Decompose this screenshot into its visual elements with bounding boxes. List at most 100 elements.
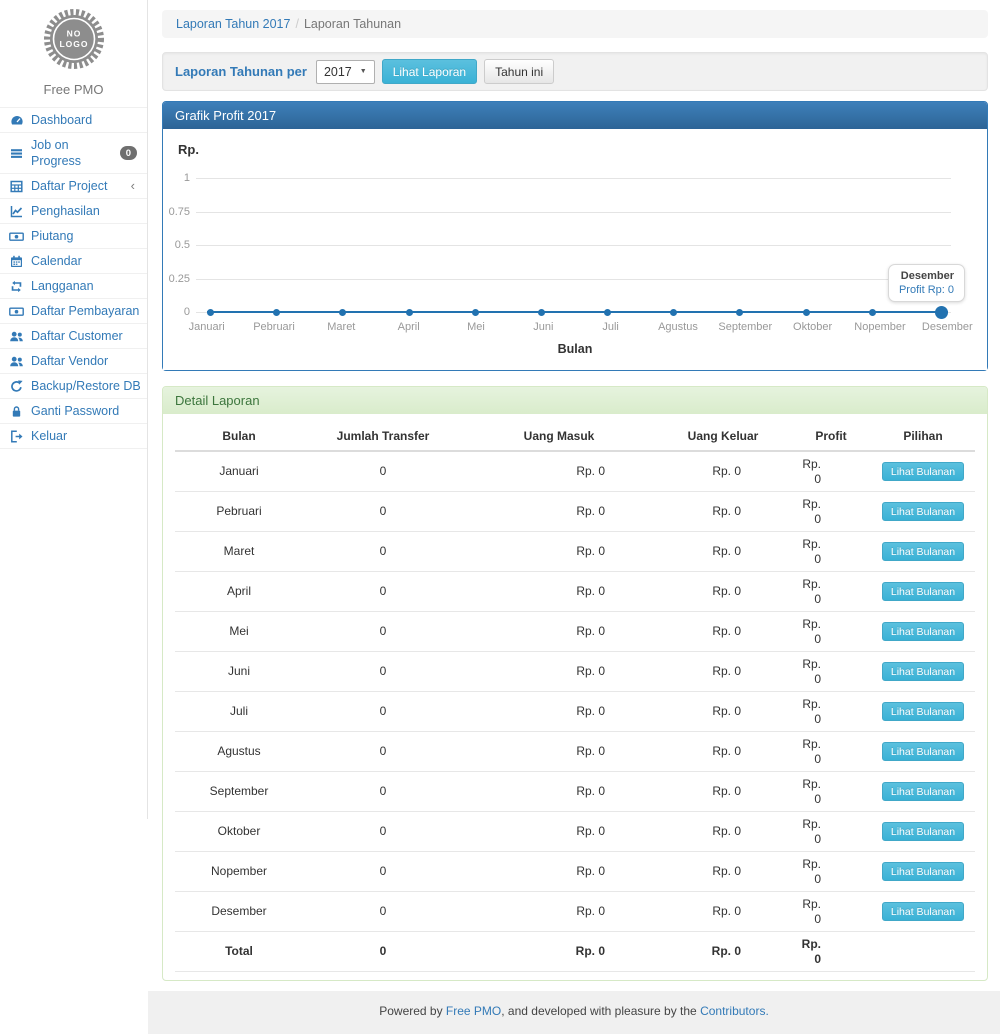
lihat-bulanan-button[interactable]: Lihat Bulanan: [882, 622, 964, 641]
table-total-row: Total 0 Rp. 0 Rp. 0 Rp. 0: [175, 932, 975, 972]
chevron-left-icon: ‹: [131, 180, 135, 192]
cell-uang-keluar: Rp. 0: [655, 892, 791, 932]
cell-profit: Rp. 0: [791, 612, 871, 652]
cell-uang-keluar: Rp. 0: [655, 612, 791, 652]
tooltip-month: Desember: [899, 270, 954, 282]
contributors-link[interactable]: Contributors.: [700, 1004, 769, 1018]
cell-bulan: April: [175, 572, 303, 612]
x-axis-labels: JanuariPebruariMaretAprilMeiJuniJuliAgus…: [173, 321, 981, 333]
table-row: Juni0Rp. 0Rp. 0Rp. 0Lihat Bulanan: [175, 652, 975, 692]
lihat-bulanan-button[interactable]: Lihat Bulanan: [882, 902, 964, 921]
detail-laporan-panel: Detail Laporan Bulan Jumlah Transfer Uan…: [162, 386, 988, 981]
sign-out-icon: [8, 430, 25, 443]
lihat-bulanan-button[interactable]: Lihat Bulanan: [882, 822, 964, 841]
sidebar-item-ganti-password[interactable]: Ganti Password: [0, 399, 147, 424]
cell-bulan: Januari: [175, 451, 303, 492]
report-controls: Laporan Tahunan per 2017 ▼ Lihat Laporan…: [162, 52, 988, 91]
cell-bulan: Mei: [175, 612, 303, 652]
col-header-uang-keluar: Uang Keluar: [655, 422, 791, 451]
year-select[interactable]: 2017 ▼: [316, 60, 375, 84]
tahun-ini-button[interactable]: Tahun ini: [484, 59, 554, 84]
x-tick-label: Mei: [442, 321, 509, 333]
sidebar-item-keluar[interactable]: Keluar: [0, 424, 147, 449]
chart-panel-title: Grafik Profit 2017: [163, 102, 987, 129]
tooltip-value: Profit Rp: 0: [899, 284, 954, 296]
x-tick-label: Juni: [510, 321, 577, 333]
x-tick-label: Nopember: [846, 321, 913, 333]
cell-jumlah-transfer: 0: [303, 612, 463, 652]
lihat-bulanan-button[interactable]: Lihat Bulanan: [882, 462, 964, 481]
sidebar-item-calendar[interactable]: Calendar: [0, 249, 147, 274]
sidebar: NO LOGO Free PMO Dashboard Job on Progre…: [0, 0, 148, 819]
logo-box: NO LOGO Free PMO: [0, 0, 147, 107]
cell-jumlah-transfer: 0: [303, 732, 463, 772]
chart-tooltip: Desember Profit Rp: 0: [888, 264, 965, 302]
sidebar-item-job-on-progress[interactable]: Job on Progress 0: [0, 133, 147, 174]
cell-uang-keluar: Rp. 0: [655, 652, 791, 692]
sidebar-item-dashboard[interactable]: Dashboard: [0, 108, 147, 133]
sidebar-item-daftar-vendor[interactable]: Daftar Vendor: [0, 349, 147, 374]
no-logo-seal-icon: NO LOGO: [43, 8, 105, 70]
cell-uang-keluar: Rp. 0: [655, 812, 791, 852]
cell-uang-masuk: Rp. 0: [463, 892, 655, 932]
sidebar-item-langganan[interactable]: Langganan: [0, 274, 147, 299]
cell-profit: Rp. 0: [791, 812, 871, 852]
total-uang-masuk: Rp. 0: [463, 932, 655, 972]
lihat-laporan-button[interactable]: Lihat Laporan: [382, 59, 477, 84]
sidebar-item-label: Daftar Vendor: [31, 353, 108, 369]
lihat-bulanan-button[interactable]: Lihat Bulanan: [882, 582, 964, 601]
cell-uang-keluar: Rp. 0: [655, 532, 791, 572]
svg-text:NO: NO: [66, 29, 81, 39]
data-point: [869, 309, 876, 316]
money-icon: [8, 305, 25, 318]
breadcrumb-current: Laporan Tahunan: [304, 17, 401, 31]
report-table: Bulan Jumlah Transfer Uang Masuk Uang Ke…: [175, 422, 975, 972]
line-chart-icon: [8, 205, 25, 218]
total-profit: Rp. 0: [791, 932, 871, 972]
total-label: Total: [175, 932, 303, 972]
cell-bulan: Agustus: [175, 732, 303, 772]
cell-bulan: Pebruari: [175, 492, 303, 532]
lihat-bulanan-button[interactable]: Lihat Bulanan: [882, 862, 964, 881]
col-header-profit: Profit: [791, 422, 871, 451]
cell-uang-masuk: Rp. 0: [463, 451, 655, 492]
cell-jumlah-transfer: 0: [303, 532, 463, 572]
sidebar-item-daftar-pembayaran[interactable]: Daftar Pembayaran: [0, 299, 147, 324]
calendar-icon: [8, 255, 25, 268]
detail-panel-title: Detail Laporan: [163, 387, 987, 414]
cell-uang-masuk: Rp. 0: [463, 532, 655, 572]
lihat-bulanan-button[interactable]: Lihat Bulanan: [882, 702, 964, 721]
footer-text: Powered by: [379, 1004, 446, 1018]
cell-bulan: Desember: [175, 892, 303, 932]
cell-profit: Rp. 0: [791, 732, 871, 772]
breadcrumb-link-laporan-tahun[interactable]: Laporan Tahun 2017: [176, 17, 290, 31]
sidebar-item-daftar-project[interactable]: Daftar Project ‹: [0, 174, 147, 199]
sidebar-item-daftar-customer[interactable]: Daftar Customer: [0, 324, 147, 349]
report-controls-label: Laporan Tahunan per: [175, 64, 307, 79]
lihat-bulanan-button[interactable]: Lihat Bulanan: [882, 782, 964, 801]
y-tick-label: 0.5: [160, 239, 190, 251]
cell-uang-masuk: Rp. 0: [463, 572, 655, 612]
free-pmo-link[interactable]: Free PMO: [446, 1004, 501, 1018]
lihat-bulanan-button[interactable]: Lihat Bulanan: [882, 502, 964, 521]
sidebar-item-backup-restore[interactable]: Backup/Restore DB: [0, 374, 147, 399]
cell-bulan: Nopember: [175, 852, 303, 892]
lihat-bulanan-button[interactable]: Lihat Bulanan: [882, 542, 964, 561]
table-row: Nopember0Rp. 0Rp. 0Rp. 0Lihat Bulanan: [175, 852, 975, 892]
sidebar-item-penghasilan[interactable]: Penghasilan: [0, 199, 147, 224]
data-point: [207, 309, 214, 316]
cell-uang-masuk: Rp. 0: [463, 652, 655, 692]
lock-icon: [8, 405, 25, 418]
data-point: [803, 309, 810, 316]
sidebar-item-piutang[interactable]: Piutang: [0, 224, 147, 249]
x-tick-label: Januari: [173, 321, 240, 333]
footer: Powered by Free PMO, and developed with …: [148, 991, 1000, 1034]
cell-uang-masuk: Rp. 0: [463, 492, 655, 532]
sidebar-item-label: Daftar Customer: [31, 328, 123, 344]
gridline: 0.5: [196, 245, 951, 246]
lihat-bulanan-button[interactable]: Lihat Bulanan: [882, 742, 964, 761]
sidebar-item-label: Dashboard: [31, 112, 92, 128]
x-tick-label: Desember: [914, 321, 981, 333]
lihat-bulanan-button[interactable]: Lihat Bulanan: [882, 662, 964, 681]
sidebar-item-label: Calendar: [31, 253, 82, 269]
